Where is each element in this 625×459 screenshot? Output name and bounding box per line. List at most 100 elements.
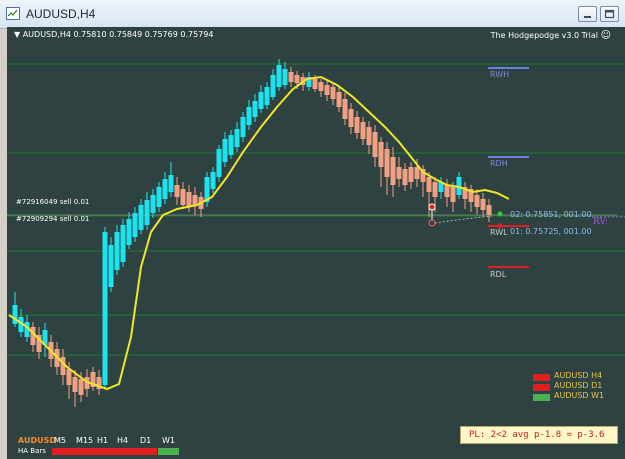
mtf-tf-label: M5 [54, 436, 66, 445]
indicator-title-text: The Hodgepodge v3.0 Trial [490, 31, 599, 40]
candle-body [330, 87, 336, 99]
candle-body [390, 157, 396, 185]
candle-body [120, 225, 126, 262]
candle-body [132, 213, 138, 237]
mtf-row-label: HA Bars [18, 447, 46, 455]
candle-body [396, 167, 402, 179]
mtf-bar [73, 448, 94, 455]
candle-body [450, 187, 456, 202]
candle-body [180, 189, 186, 205]
candle-body [372, 132, 378, 157]
candle-body [192, 195, 198, 205]
level-rwl: RWL [490, 228, 508, 237]
mtf-bar [115, 448, 136, 455]
candle-body [288, 72, 294, 82]
profit-loss-box: PL: 2<2 avg p-1.8 = p-3.6 [460, 426, 618, 444]
candle-body [318, 82, 324, 91]
mtf-bar [52, 448, 73, 455]
candle-body [294, 75, 300, 83]
candle-body [414, 167, 420, 179]
order-marker [428, 203, 436, 211]
candle-body [426, 177, 432, 192]
candle-body [114, 232, 120, 270]
mtf-bar [136, 448, 157, 455]
mtf-symbol: AUDUSD [18, 436, 56, 445]
candle-body [354, 117, 360, 133]
candle-body [342, 99, 348, 119]
candle-body [234, 129, 240, 147]
candle-body [480, 199, 486, 210]
ohlc-values: 0.75810 0.75849 0.75769 0.75794 [73, 30, 214, 39]
indicator-title: The Hodgepodge v3.0 Trial ☺ [491, 30, 611, 41]
moving-average-line [8, 75, 510, 391]
candle-body [486, 205, 492, 215]
candle-body [408, 167, 414, 182]
candle-body [366, 127, 372, 145]
candle-body [222, 139, 228, 162]
candle-body [72, 377, 78, 392]
level-rv: RV: [593, 217, 609, 227]
mtf-tf-label: H1 [97, 436, 109, 445]
mtf-bar [158, 448, 179, 455]
chart-header: ▼ AUDUSD,H4 0.75810 0.75849 0.75769 0.75… [14, 30, 213, 39]
chart-window-icon [6, 7, 20, 20]
candle-body [186, 192, 192, 207]
legend-swatch [533, 374, 550, 381]
candle-body [162, 179, 168, 199]
candle-body [174, 185, 180, 197]
candle-body [444, 185, 450, 197]
legend-swatch [533, 384, 550, 391]
candle-body [240, 117, 246, 137]
target-label: 02: 0.75851, 001.00 [510, 210, 592, 219]
order-marker [428, 219, 436, 227]
candle-body [384, 149, 390, 177]
candle-body [126, 219, 132, 245]
candle-body [282, 69, 288, 85]
candle-body [138, 205, 144, 230]
legend-label: AUDUSD W1 [554, 391, 605, 400]
candle-body [102, 232, 108, 385]
candle-body [312, 79, 318, 89]
mtf-tf-label: H4 [117, 436, 129, 445]
candle-body [78, 379, 84, 395]
mtf-tf-label: W1 [162, 436, 175, 445]
minimize-button[interactable] [578, 6, 597, 22]
candle-body [258, 92, 264, 109]
target-label: 01: 0.75725, 001.00 [510, 227, 592, 236]
candle-body [144, 200, 150, 225]
candle-body [108, 245, 114, 287]
window-title: AUDUSD,H4 [26, 7, 96, 21]
order-label[interactable]: #72916049 sell 0.01 [16, 198, 89, 206]
candle-body [252, 101, 258, 117]
candle-body [402, 169, 408, 185]
symbol-timeframe: AUDUSD,H4 [22, 30, 71, 39]
candle-body [474, 195, 480, 207]
candle-body [156, 187, 162, 207]
legend-label: AUDUSD H4 [554, 371, 603, 380]
candle-body [264, 87, 270, 105]
mtf-bar [94, 448, 115, 455]
candle-body [246, 107, 252, 125]
level-rdh: RDH [490, 159, 508, 168]
level-rdl: RDL [490, 270, 507, 279]
mtf-tf-label: M15 [76, 436, 94, 445]
candle-body [216, 149, 222, 177]
candle-body [336, 92, 342, 107]
candle-body [378, 142, 384, 167]
legend-label: AUDUSD D1 [554, 381, 603, 390]
window-titlebar: AUDUSD,H4 [0, 0, 625, 29]
candle-body [168, 175, 174, 192]
level-rwh: RWH [490, 70, 510, 79]
candle-body [210, 172, 216, 189]
order-label[interactable]: #72909294 sell 0.01 [16, 215, 89, 223]
candle-body [432, 182, 438, 197]
candle-body [360, 122, 366, 139]
legend-swatch [533, 394, 550, 401]
candle-body [348, 109, 354, 127]
candle-body [276, 65, 282, 87]
candle-body [228, 135, 234, 155]
maximize-button[interactable] [600, 6, 619, 22]
collapse-arrow-icon[interactable]: ▼ [14, 30, 20, 39]
candle-body [270, 75, 276, 97]
order-trend-line [434, 215, 493, 224]
